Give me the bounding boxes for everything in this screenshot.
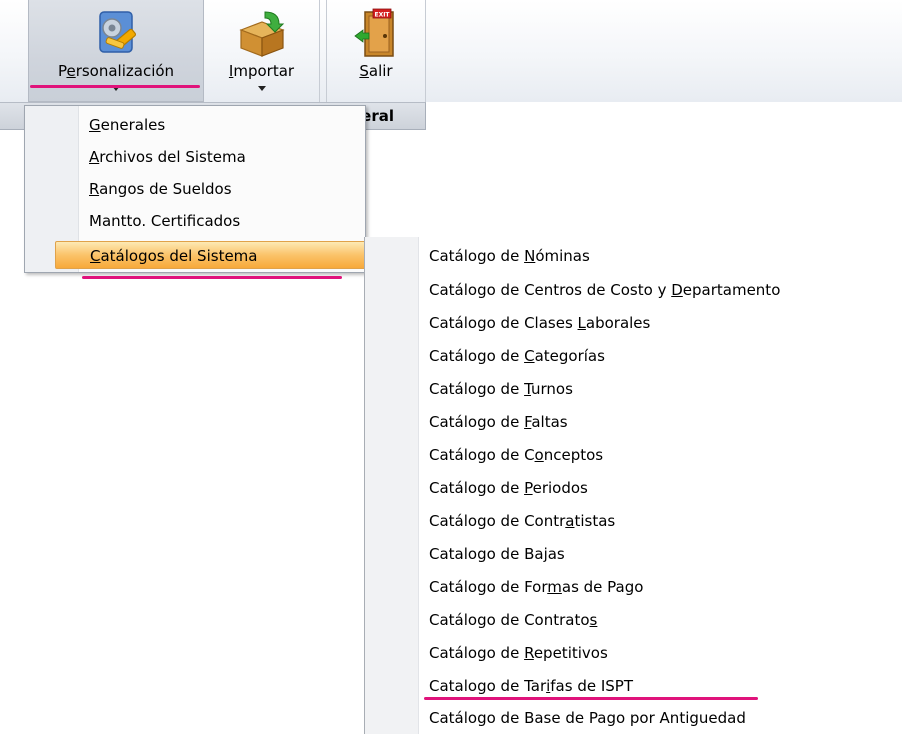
chevron-down-icon [257, 86, 266, 91]
menu-item-rangos-de-sueldos[interactable]: Rangos de Sueldos [89, 175, 232, 203]
submenu-item[interactable]: Catálogo de Periodos [429, 473, 588, 503]
submenu-item[interactable]: Catálogo de Formas de Pago [429, 572, 643, 602]
catalogos-submenu: Catálogo de Nóminas Catálogo de Centros … [364, 237, 902, 734]
submenu-item[interactable]: Catálogo de Faltas [429, 407, 568, 437]
svg-text:EXIT: EXIT [374, 12, 390, 19]
submenu-item[interactable]: Catalogo de Bajas [429, 539, 565, 569]
importar-button[interactable]: Importar [204, 0, 320, 102]
submenu-item[interactable]: Catálogo de Clases Laborales [429, 308, 650, 338]
submenu-item[interactable]: Catálogo de Categorías [429, 341, 605, 371]
submenu-item[interactable]: Catálogo de Contratos [429, 605, 597, 635]
menu-item-catalogos-del-sistema[interactable]: Catálogos del Sistema [55, 241, 383, 269]
submenu-item[interactable]: Catálogo de Contratistas [429, 506, 615, 536]
submenu-item[interactable]: Catálogo de Turnos [429, 374, 573, 404]
submenu-item[interactable]: Catálogo de Nóminas [429, 241, 590, 271]
submenu-item[interactable]: Catálogo de Repetitivos [429, 638, 608, 668]
submenu-item[interactable]: Catálogo de Base de Pago por Antiguedad [429, 703, 746, 733]
submenu-item[interactable]: Catálogo de Conceptos [429, 440, 603, 470]
box-import-icon [235, 8, 289, 64]
salir-label: Salir [359, 62, 393, 80]
menu-item-archivos-del-sistema[interactable]: Archivos del Sistema [89, 143, 246, 171]
menu-item-mantto-certificados[interactable]: Mantto. Certificados [89, 207, 240, 235]
importar-label: Importar [228, 62, 295, 80]
gear-settings-icon [90, 8, 142, 64]
personalizacion-label: Personalización [57, 62, 175, 80]
salir-button[interactable]: EXIT Salir [326, 0, 426, 102]
highlight-mark-tarifas [424, 697, 758, 700]
highlight-mark-catalogos [82, 276, 342, 279]
exit-door-icon: EXIT [353, 8, 399, 64]
highlight-mark-personalizacion [30, 85, 200, 88]
menu-item-generales[interactable]: Generales [89, 111, 165, 139]
submenu-icon-strip [365, 237, 419, 734]
personalizacion-dropdown-menu: Generales Archivos del Sistema Rangos de… [24, 105, 383, 273]
submenu-item[interactable]: Catálogo de Centros de Costo y Departame… [429, 275, 780, 305]
